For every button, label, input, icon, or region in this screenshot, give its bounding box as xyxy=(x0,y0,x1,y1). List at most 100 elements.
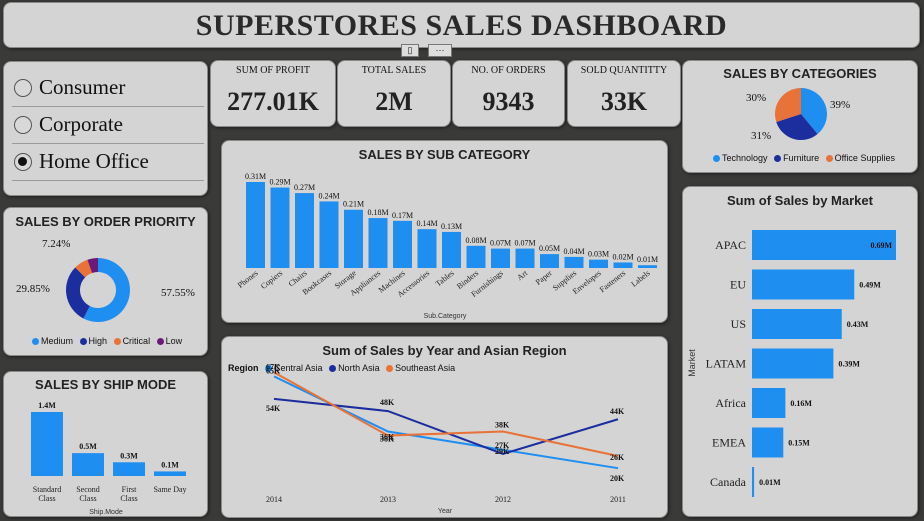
bar[interactable] xyxy=(752,309,842,339)
tick-label: LATAM xyxy=(706,357,747,371)
bar[interactable] xyxy=(752,388,786,418)
kpi-card-orders: NO. OF ORDERS 9343 xyxy=(452,60,565,127)
bar[interactable] xyxy=(752,269,855,300)
data-label: 0.39M xyxy=(838,360,860,369)
x-axis-label: Ship.Mode xyxy=(89,509,123,516)
bar[interactable] xyxy=(752,348,834,379)
bar[interactable] xyxy=(270,187,290,268)
x-axis-label: Sub.Category xyxy=(424,313,467,320)
bar[interactable] xyxy=(154,471,186,476)
tick-label: 2013 xyxy=(380,495,396,504)
bar[interactable] xyxy=(613,262,633,268)
dashboard-title: SUPERSTORES SALES DASHBOARD xyxy=(195,9,728,42)
bar[interactable] xyxy=(72,453,104,476)
slice-label-medium: 57.55% xyxy=(161,287,195,299)
bar[interactable] xyxy=(638,265,657,268)
data-label: 0.05M xyxy=(539,244,560,253)
tick-label: Same Day xyxy=(153,485,186,494)
bar[interactable] xyxy=(752,427,784,458)
kpi-card-quantity: SOLD QUANTITTY 33K xyxy=(567,60,681,127)
focus-mode-button[interactable]: ▯ xyxy=(401,44,419,57)
priority-chart-panel: SALES BY ORDER PRIORITY 57.55% 29.85% 7.… xyxy=(3,207,208,356)
slicer-label: Corporate xyxy=(39,112,123,136)
legend-dot xyxy=(113,338,121,346)
bar[interactable] xyxy=(752,467,755,497)
legend-label: Critical xyxy=(122,336,151,346)
radio-home-office[interactable] xyxy=(14,153,32,171)
bar[interactable] xyxy=(368,218,388,268)
bar[interactable] xyxy=(515,248,535,268)
data-label: 0.16M xyxy=(790,399,812,408)
data-label: 44K xyxy=(610,407,625,416)
series-line-central-asia[interactable] xyxy=(273,375,619,470)
slicer-label: Home Office xyxy=(39,149,149,173)
legend-label: Low xyxy=(165,336,183,346)
legend-dot xyxy=(79,338,87,346)
bar[interactable] xyxy=(417,229,437,268)
market-chart-panel: Sum of Sales by Market Market 0.69M APAC 0… xyxy=(682,186,918,517)
data-label: 48K xyxy=(380,398,395,407)
series-line-southeast-asia[interactable] xyxy=(273,371,619,457)
slicer-item-home-office[interactable]: Home Office xyxy=(12,146,204,181)
bar[interactable] xyxy=(466,245,486,268)
tick-label: Class xyxy=(79,494,96,503)
legend-dot xyxy=(713,155,720,163)
data-label: 0.13M xyxy=(441,222,462,231)
data-label: 0.1M xyxy=(161,460,179,469)
slicer-item-corporate[interactable]: Corporate xyxy=(12,109,204,144)
market-bar-chart: Market 0.69M APAC 0.49M EU 0.43M US 0.39M LATAM… xyxy=(687,230,896,497)
radio-consumer[interactable] xyxy=(14,79,32,97)
subcategory-bar-chart: Sub.Category 0.31M Phones 0.29M Copiers 0.27… xyxy=(236,172,658,320)
legend-label: Medium xyxy=(41,336,74,346)
tick-label: APAC xyxy=(715,238,746,252)
kpi-card-profit: SUM OF PROFIT 277.01K xyxy=(210,60,336,127)
tick-label: Africa xyxy=(715,396,746,410)
bar[interactable] xyxy=(564,256,584,268)
tick-label: First xyxy=(122,485,137,494)
kpi-value: 9343 xyxy=(482,87,535,116)
bar[interactable] xyxy=(31,412,63,476)
tick-label: Canada xyxy=(710,475,747,489)
bar[interactable] xyxy=(295,193,314,268)
radio-corporate[interactable] xyxy=(14,116,32,134)
tick-label: EU xyxy=(730,278,746,292)
tick-label: US xyxy=(731,317,746,331)
region-line-chart: Year 65K38K29K20K54K48K27K44K67K36K38K26… xyxy=(266,362,626,515)
kpi-label: SOLD QUANTITTY xyxy=(580,65,668,76)
tick-label: Class xyxy=(120,494,137,503)
bar[interactable] xyxy=(246,182,265,268)
bar[interactable] xyxy=(491,248,510,268)
legend-label: High xyxy=(88,336,108,346)
bar[interactable] xyxy=(393,220,412,268)
legend-label: Technology xyxy=(722,153,768,163)
data-label: 0.69M xyxy=(870,241,892,250)
data-label: 0.04M xyxy=(563,247,584,256)
data-label: 36K xyxy=(380,433,395,442)
segment-slicer: Consumer Corporate Home Office xyxy=(3,61,208,196)
legend-dot xyxy=(774,155,782,163)
slicer-item-consumer[interactable]: Consumer xyxy=(12,72,204,107)
tick-label: 2012 xyxy=(495,495,511,504)
data-label: 27K xyxy=(495,441,510,450)
tick-label: Fasteners xyxy=(598,268,627,294)
categories-chart-panel: SALES BY CATEGORIES 39% 31% 30% Technolo… xyxy=(682,60,918,173)
bar[interactable] xyxy=(344,209,363,268)
bar[interactable] xyxy=(442,231,461,268)
bar[interactable] xyxy=(113,462,145,476)
kpi-label: SUM OF PROFIT xyxy=(236,65,310,76)
tick-label: Art xyxy=(515,268,530,282)
bar[interactable] xyxy=(540,254,559,268)
data-label: 1.4M xyxy=(38,401,56,410)
data-label: 0.15M xyxy=(788,439,810,448)
slicer-label: Consumer xyxy=(39,75,126,99)
priority-donut-chart: 57.55% 29.85% 7.24% xyxy=(16,238,195,322)
tick-label: 2014 xyxy=(266,495,282,504)
kpi-value: 2M xyxy=(375,87,413,116)
data-label: 0.01M xyxy=(637,255,658,264)
bar[interactable] xyxy=(319,201,339,268)
more-options-button[interactable]: ··· xyxy=(428,44,452,57)
data-label: 0.24M xyxy=(318,191,339,200)
slice-label-office-supplies: 30% xyxy=(746,92,766,104)
data-label: 0.14M xyxy=(416,219,437,228)
bar[interactable] xyxy=(589,259,608,268)
